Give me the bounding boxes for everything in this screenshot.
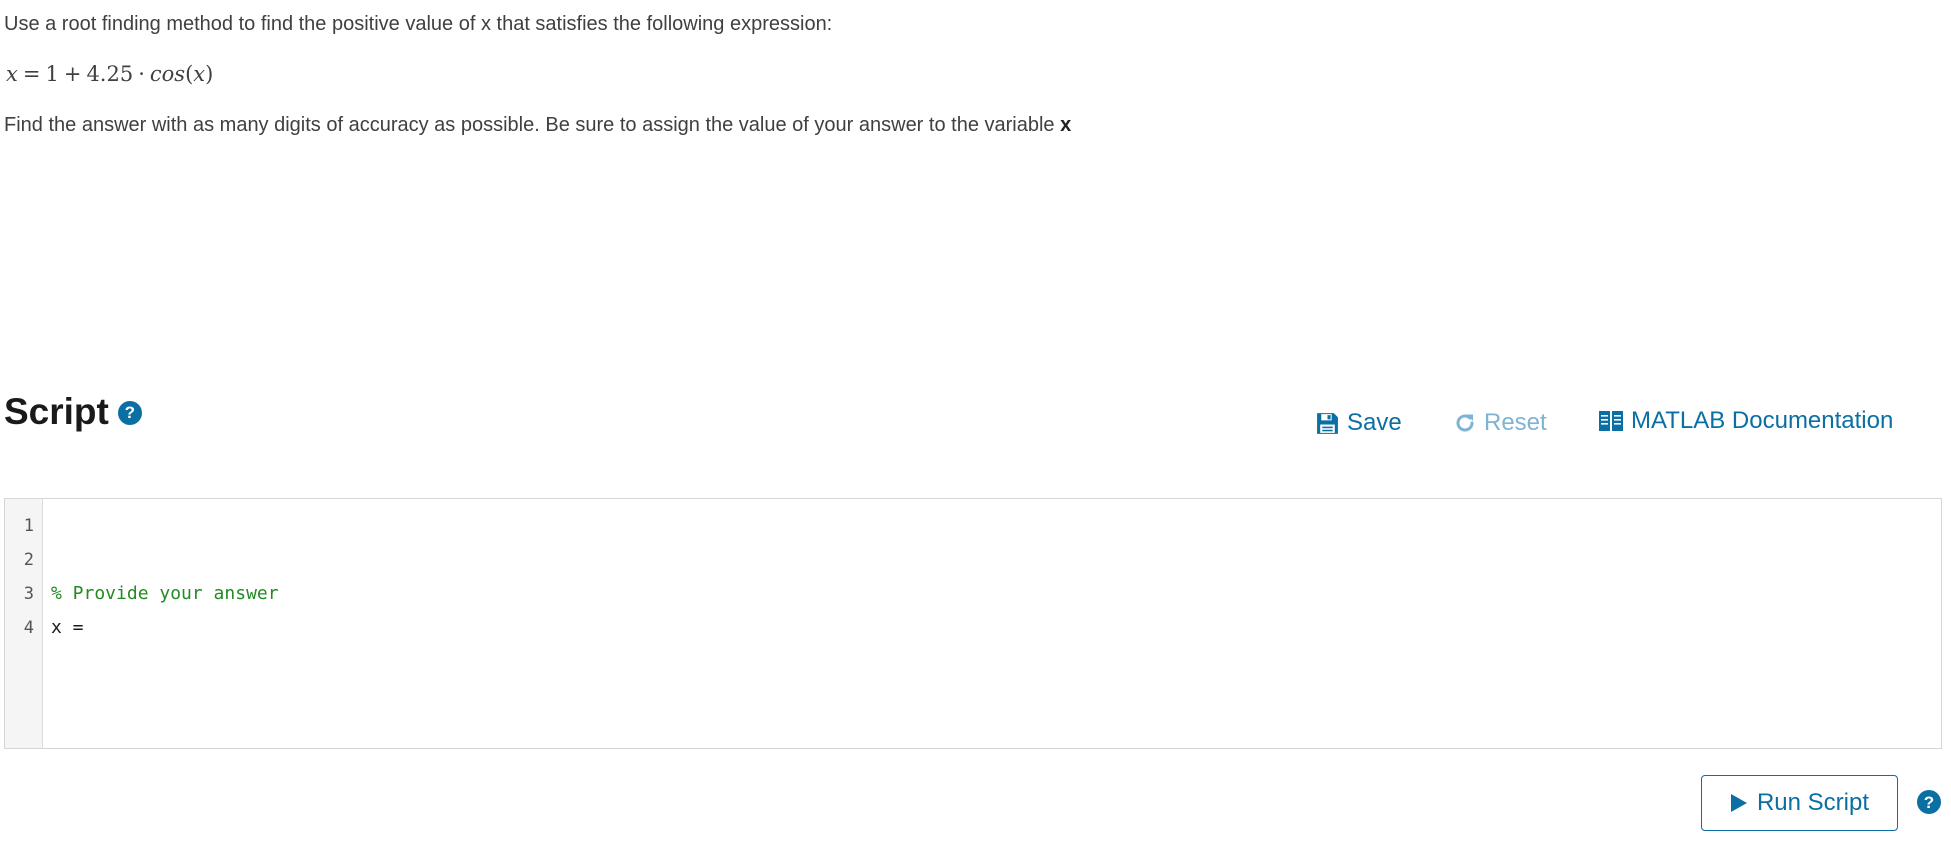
- save-button[interactable]: Save: [1315, 409, 1402, 437]
- equation-function: cos: [149, 62, 186, 86]
- floppy-disk-icon: [1317, 412, 1338, 434]
- equation-equals: =: [22, 62, 41, 86]
- line-number: 1: [23, 516, 34, 536]
- reset-button[interactable]: Reset: [1453, 409, 1547, 437]
- code-line-3[interactable]: 3 % Provide your answer: [5, 577, 1941, 611]
- play-icon: [1730, 794, 1747, 812]
- equation-constant: 1: [45, 62, 59, 86]
- page: Use a root finding method to find the po…: [0, 0, 1951, 867]
- line-number: 3: [23, 584, 34, 604]
- problem-intro: Use a root finding method to find the po…: [4, 13, 833, 35]
- run-script-button[interactable]: Run Script: [1701, 775, 1898, 831]
- save-label: Save: [1347, 409, 1402, 436]
- refresh-icon: [1456, 414, 1474, 432]
- line-number: 2: [23, 550, 34, 570]
- equation: x = 1 +4.25 · cos(x): [6, 62, 213, 86]
- reset-label: Reset: [1484, 409, 1547, 436]
- equation-coefficient: 4.25: [86, 62, 134, 86]
- code-line-1[interactable]: 1: [5, 509, 1941, 543]
- run-help-icon[interactable]: ?: [1917, 790, 1941, 814]
- equation-lhs: x: [6, 62, 18, 86]
- equation-plus: +: [63, 62, 82, 86]
- equation-close-paren: ): [205, 62, 214, 86]
- run-script-label: Run Script: [1756, 789, 1870, 816]
- code-line-4[interactable]: 4 x =: [5, 611, 1941, 645]
- book-icon: [1599, 411, 1623, 431]
- instruction-text: Find the answer with as many digits of a…: [4, 114, 1055, 136]
- equation-argument: x: [193, 62, 206, 86]
- problem-instruction: Find the answer with as many digits of a…: [4, 114, 1071, 137]
- equation-dot: ·: [138, 62, 145, 86]
- matlab-documentation-link[interactable]: MATLAB Documentation: [1598, 407, 1893, 435]
- line-code[interactable]: x =: [51, 611, 94, 645]
- code-editor[interactable]: 1 2 3 % Provide your answer 4 x =: [4, 498, 1942, 749]
- line-number: 4: [23, 618, 34, 638]
- answer-variable: x: [1060, 114, 1072, 136]
- line-code-comment[interactable]: % Provide your answer: [51, 577, 279, 611]
- docs-label: MATLAB Documentation: [1631, 407, 1894, 434]
- script-toolbar: Save Reset MATLAB Documentation: [0, 405, 1951, 439]
- code-line-2[interactable]: 2: [5, 543, 1941, 577]
